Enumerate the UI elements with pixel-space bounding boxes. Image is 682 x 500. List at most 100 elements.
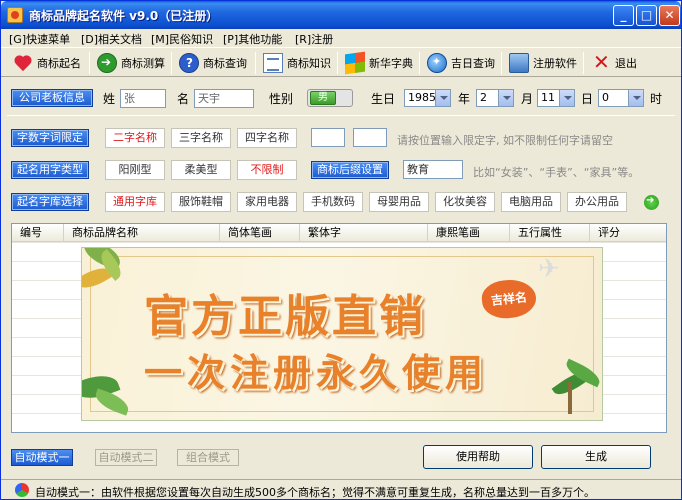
option-masculine[interactable]: 阳刚型 [105, 160, 165, 180]
tool-label: 退出 [615, 57, 637, 70]
promo-banner: ✈ 官方正版直销 吉祥名 一次注册永久使用 [81, 247, 603, 421]
char-type-button[interactable]: 起名用字类型 [11, 161, 89, 179]
library-general[interactable]: 通用字库 [105, 192, 165, 212]
tool-label: 商标知识 [287, 57, 331, 70]
column-header-id[interactable]: 编号 [12, 224, 64, 242]
library-computer[interactable]: 电脑用品 [501, 192, 561, 212]
tool-lucky-day[interactable]: 吉日查询 [427, 51, 495, 75]
column-header-traditional[interactable]: 繁体字 [300, 224, 428, 242]
toolbar-divider [419, 52, 420, 74]
given-name-label: 名 [177, 92, 190, 106]
mode-combined-button[interactable]: 组合模式 [177, 449, 239, 466]
chevron-down-icon [498, 90, 513, 106]
toolbar-divider [171, 52, 172, 74]
main-panel: 公司老板信息 姓 张 名 天宇 性别 男 生日 1985 年 2 月 11 日 … [1, 77, 681, 477]
library-appliances[interactable]: 家用电器 [237, 192, 297, 212]
column-header-five-elements[interactable]: 五行属性 [510, 224, 590, 242]
surname-label: 姓 [103, 92, 116, 106]
globe-icon [427, 53, 447, 73]
tool-trademark-naming[interactable]: 商标起名 [13, 51, 81, 75]
status-text: 自动模式一：由软件根据您设置每次自动生成500多个商标名；觉得不满意可重复生成，… [35, 486, 595, 499]
status-icon [15, 483, 29, 497]
option-feminine[interactable]: 柔美型 [171, 160, 231, 180]
birthday-label: 生日 [371, 92, 396, 106]
birth-month-select[interactable]: 2 [476, 89, 514, 107]
birth-year-value: 1985 [408, 91, 436, 104]
library-digital[interactable]: 手机数码 [303, 192, 363, 212]
library-baby[interactable]: 母婴用品 [369, 192, 429, 212]
birth-year-select[interactable]: 1985 [404, 89, 451, 107]
palm-trunk [568, 382, 572, 414]
mode-auto-one-button[interactable]: 自动模式一 [11, 449, 73, 466]
suffix-input[interactable]: 教育 [403, 160, 463, 179]
birth-month-value: 2 [480, 91, 487, 104]
library-cosmetics[interactable]: 化妆美容 [435, 192, 495, 212]
suffix-hint: 比如“女装”、“手表”、“家具”等。 [473, 166, 640, 179]
option-two-char[interactable]: 二字名称 [105, 128, 165, 148]
limit-char-input-1[interactable] [311, 128, 345, 147]
menu-quick[interactable]: [G]快速菜单 [9, 31, 70, 47]
birth-hour-value: 0 [602, 91, 609, 104]
gender-value: 男 [310, 91, 336, 105]
next-arrow-icon[interactable] [644, 195, 659, 210]
given-name-input[interactable]: 天宇 [194, 89, 254, 108]
tool-trademark-search[interactable]: 商标查询 [179, 51, 247, 75]
toolbar-divider [337, 52, 338, 74]
option-four-char[interactable]: 四字名称 [237, 128, 297, 148]
register-icon [509, 53, 529, 73]
banner-subheadline: 一次注册永久使用 [144, 350, 489, 395]
generate-button[interactable]: 生成 [541, 445, 651, 469]
help-button[interactable]: 使用帮助 [423, 445, 533, 469]
year-unit: 年 [458, 92, 471, 106]
surname-input[interactable]: 张 [120, 89, 166, 108]
exit-icon [591, 50, 611, 74]
close-button[interactable]: ✕ [659, 5, 680, 26]
library-office[interactable]: 办公用品 [567, 192, 627, 212]
minimize-button[interactable]: _ [613, 5, 634, 26]
option-unrestricted[interactable]: 不限制 [237, 160, 297, 180]
table-header: 编号 商标品牌名称 简体笔画 繁体字 康熙笔画 五行属性 评分 [12, 224, 666, 242]
tool-label: 注册软件 [533, 57, 577, 70]
tool-trademark-test[interactable]: 商标测算 [97, 51, 165, 75]
column-header-score[interactable]: 评分 [590, 224, 666, 242]
birth-day-value: 11 [541, 91, 555, 104]
mode-auto-two-button[interactable]: 自动模式二 [95, 449, 157, 466]
tool-dictionary[interactable]: 新华字典 [345, 51, 413, 75]
limit-char-input-2[interactable] [353, 128, 387, 147]
toolbar-divider [89, 52, 90, 74]
menu-register[interactable]: [R]注册 [295, 31, 333, 47]
library-select-button[interactable]: 起名字库选择 [11, 193, 89, 211]
column-header-kangxi-strokes[interactable]: 康熙笔画 [428, 224, 510, 242]
maximize-button[interactable]: □ [636, 5, 657, 26]
birth-day-select[interactable]: 11 [537, 89, 575, 107]
tool-trademark-knowledge[interactable]: 商标知识 [263, 51, 331, 75]
arrow-circle-icon [97, 53, 117, 73]
library-apparel[interactable]: 服饰鞋帽 [171, 192, 231, 212]
chevron-down-icon [435, 90, 450, 106]
tool-label: 新华字典 [369, 57, 413, 70]
suffix-setting-button[interactable]: 商标后缀设置 [311, 161, 389, 179]
help-icon [179, 53, 199, 73]
menu-other[interactable]: [P]其他功能 [223, 31, 282, 47]
owner-info-button[interactable]: 公司老板信息 [11, 89, 93, 107]
birth-hour-select[interactable]: 0 [598, 89, 644, 107]
title-bar[interactable]: 商标品牌起名软件 v9.0（已注册） _ □ ✕ [1, 1, 681, 29]
menu-docs[interactable]: [D]相关文档 [81, 31, 142, 47]
char-limit-button[interactable]: 字数字词限定 [11, 129, 89, 147]
status-bar: 自动模式一：由软件根据您设置每次自动生成500多个商标名；觉得不满意可重复生成，… [1, 479, 681, 499]
gender-toggle[interactable]: 男 [307, 89, 353, 107]
tool-register[interactable]: 注册软件 [509, 51, 577, 75]
column-header-simplified-strokes[interactable]: 简体笔画 [220, 224, 300, 242]
app-window: 商标品牌起名软件 v9.0（已注册） _ □ ✕ [G]快速菜单 [D]相关文档… [0, 0, 682, 500]
document-icon [263, 53, 283, 73]
option-three-char[interactable]: 三字名称 [171, 128, 231, 148]
toolbar-divider [501, 52, 502, 74]
gender-label: 性别 [269, 92, 294, 106]
tool-exit[interactable]: 退出 [591, 50, 637, 75]
day-unit: 日 [581, 92, 594, 106]
divider [7, 115, 675, 116]
toolbar-divider [583, 52, 584, 74]
menu-folklore[interactable]: [M]民俗知识 [151, 31, 213, 47]
tool-label: 商标起名 [37, 57, 81, 70]
column-header-name[interactable]: 商标品牌名称 [64, 224, 220, 242]
